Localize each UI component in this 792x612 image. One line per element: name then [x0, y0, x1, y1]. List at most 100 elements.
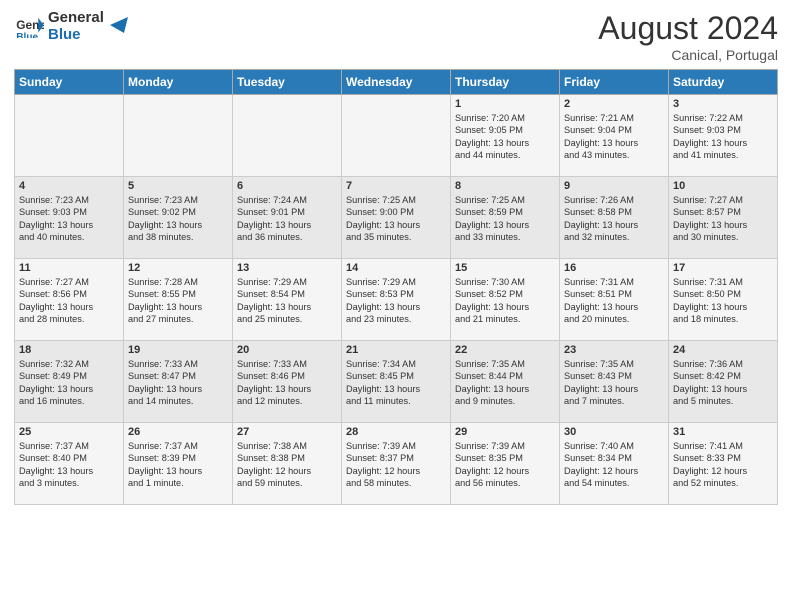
day-info: Sunrise: 7:35 AM Sunset: 8:43 PM Dayligh…	[564, 358, 664, 408]
logo-icon: General Blue	[16, 16, 44, 38]
day-cell: 10Sunrise: 7:27 AM Sunset: 8:57 PM Dayli…	[669, 177, 778, 259]
col-friday: Friday	[560, 70, 669, 95]
day-cell: 28 Sunrise: 7:39 AM Sunset: 8:37 PM Dayli…	[342, 423, 451, 505]
day-info: Sunrise: 7:33 AM Sunset: 8:46 PM Dayligh…	[237, 358, 337, 408]
day-info: Sunrise: 7:27 AM Sunset: 8:56 PM Dayligh…	[19, 276, 119, 326]
day-info: Sunrise: 7:33 AM Sunset: 8:47 PM Dayligh…	[128, 358, 228, 408]
day-number: 26	[128, 426, 228, 438]
day-number: 22	[455, 344, 555, 356]
day-cell: 20 Sunrise: 7:33 AM Sunset: 8:46 PM Dayli…	[233, 341, 342, 423]
day-number: 5	[128, 180, 228, 192]
calendar-table: Sunday Monday Tuesday Wednesday Thursday…	[14, 69, 778, 505]
day-info: Sunrise: 7:31 AM Sunset: 8:51 PM Dayligh…	[564, 276, 664, 326]
day-cell: 4 Sunrise: 7:23 AM Sunset: 9:03 PM Daylig…	[15, 177, 124, 259]
day-cell: 29Sunrise: 7:39 AM Sunset: 8:35 PM Dayli…	[451, 423, 560, 505]
day-number: 25	[19, 426, 119, 438]
day-number: 28	[346, 426, 446, 438]
day-cell: 7 Sunrise: 7:25 AM Sunset: 9:00 PM Daylig…	[342, 177, 451, 259]
week-row-3: 11Sunrise: 7:27 AM Sunset: 8:56 PM Dayli…	[15, 259, 778, 341]
day-info: Sunrise: 7:23 AM Sunset: 9:02 PM Dayligh…	[128, 194, 228, 244]
day-cell: 8 Sunrise: 7:25 AM Sunset: 8:59 PM Daylig…	[451, 177, 560, 259]
day-info: Sunrise: 7:32 AM Sunset: 8:49 PM Dayligh…	[19, 358, 119, 408]
day-info: Sunrise: 7:23 AM Sunset: 9:03 PM Dayligh…	[19, 194, 119, 244]
day-info: Sunrise: 7:34 AM Sunset: 8:45 PM Dayligh…	[346, 358, 446, 408]
day-info: Sunrise: 7:22 AM Sunset: 9:03 PM Dayligh…	[673, 112, 773, 162]
day-number: 19	[128, 344, 228, 356]
day-number: 17	[673, 262, 773, 274]
day-info: Sunrise: 7:27 AM Sunset: 8:57 PM Dayligh…	[673, 194, 773, 244]
day-number: 30	[564, 426, 664, 438]
day-cell: 26 Sunrise: 7:37 AM Sunset: 8:39 PM Dayli…	[124, 423, 233, 505]
day-cell: 13 Sunrise: 7:29 AM Sunset: 8:54 PM Dayli…	[233, 259, 342, 341]
col-tuesday: Tuesday	[233, 70, 342, 95]
day-info: Sunrise: 7:39 AM Sunset: 8:35 PM Dayligh…	[455, 440, 555, 490]
day-number: 6	[237, 180, 337, 192]
day-number: 3	[673, 98, 773, 110]
day-cell: 1 Sunrise: 7:20 AM Sunset: 9:05 PM Daylig…	[451, 95, 560, 177]
day-info: Sunrise: 7:29 AM Sunset: 8:54 PM Dayligh…	[237, 276, 337, 326]
day-number: 4	[19, 180, 119, 192]
header-row: Sunday Monday Tuesday Wednesday Thursday…	[15, 70, 778, 95]
day-info: Sunrise: 7:39 AM Sunset: 8:37 PM Dayligh…	[346, 440, 446, 490]
day-info: Sunrise: 7:38 AM Sunset: 8:38 PM Dayligh…	[237, 440, 337, 490]
day-info: Sunrise: 7:37 AM Sunset: 8:40 PM Dayligh…	[19, 440, 119, 490]
day-cell: 21Sunrise: 7:34 AM Sunset: 8:45 PM Dayli…	[342, 341, 451, 423]
week-row-2: 4 Sunrise: 7:23 AM Sunset: 9:03 PM Daylig…	[15, 177, 778, 259]
col-thursday: Thursday	[451, 70, 560, 95]
col-monday: Monday	[124, 70, 233, 95]
week-row-5: 25 Sunrise: 7:37 AM Sunset: 8:40 PM Dayli…	[15, 423, 778, 505]
day-cell: 2Sunrise: 7:21 AM Sunset: 9:04 PM Daylig…	[560, 95, 669, 177]
day-number: 13	[237, 262, 337, 274]
day-number: 8	[455, 180, 555, 192]
day-cell: 30 Sunrise: 7:40 AM Sunset: 8:34 PM Dayli…	[560, 423, 669, 505]
day-number: 18	[19, 344, 119, 356]
day-cell: 16 Sunrise: 7:31 AM Sunset: 8:51 PM Dayli…	[560, 259, 669, 341]
page-container: General Blue General Blue August 2024 Ca…	[0, 0, 792, 513]
day-info: Sunrise: 7:28 AM Sunset: 8:55 PM Dayligh…	[128, 276, 228, 326]
day-cell	[124, 95, 233, 177]
day-cell	[233, 95, 342, 177]
day-cell: 3 Sunrise: 7:22 AM Sunset: 9:03 PM Daylig…	[669, 95, 778, 177]
day-number: 16	[564, 262, 664, 274]
day-number: 1	[455, 98, 555, 110]
day-info: Sunrise: 7:30 AM Sunset: 8:52 PM Dayligh…	[455, 276, 555, 326]
day-number: 12	[128, 262, 228, 274]
day-info: Sunrise: 7:31 AM Sunset: 8:50 PM Dayligh…	[673, 276, 773, 326]
day-cell: 15 Sunrise: 7:30 AM Sunset: 8:52 PM Dayli…	[451, 259, 560, 341]
day-number: 2	[564, 98, 664, 110]
col-sunday: Sunday	[15, 70, 124, 95]
day-cell: 9Sunrise: 7:26 AM Sunset: 8:58 PM Daylig…	[560, 177, 669, 259]
day-cell: 6 Sunrise: 7:24 AM Sunset: 9:01 PM Daylig…	[233, 177, 342, 259]
main-title: August 2024	[598, 10, 778, 47]
day-number: 27	[237, 426, 337, 438]
day-cell: 31Sunrise: 7:41 AM Sunset: 8:33 PM Dayli…	[669, 423, 778, 505]
col-saturday: Saturday	[669, 70, 778, 95]
subtitle: Canical, Portugal	[598, 47, 778, 63]
day-info: Sunrise: 7:29 AM Sunset: 8:53 PM Dayligh…	[346, 276, 446, 326]
day-number: 15	[455, 262, 555, 274]
day-cell: 19 Sunrise: 7:33 AM Sunset: 8:47 PM Dayli…	[124, 341, 233, 423]
day-cell: 14Sunrise: 7:29 AM Sunset: 8:53 PM Dayli…	[342, 259, 451, 341]
day-info: Sunrise: 7:25 AM Sunset: 9:00 PM Dayligh…	[346, 194, 446, 244]
day-info: Sunrise: 7:37 AM Sunset: 8:39 PM Dayligh…	[128, 440, 228, 490]
day-cell: 11Sunrise: 7:27 AM Sunset: 8:56 PM Dayli…	[15, 259, 124, 341]
day-cell: 5 Sunrise: 7:23 AM Sunset: 9:02 PM Daylig…	[124, 177, 233, 259]
day-number: 7	[346, 180, 446, 192]
day-info: Sunrise: 7:24 AM Sunset: 9:01 PM Dayligh…	[237, 194, 337, 244]
header: General Blue General Blue August 2024 Ca…	[14, 10, 778, 63]
day-info: Sunrise: 7:25 AM Sunset: 8:59 PM Dayligh…	[455, 194, 555, 244]
day-number: 20	[237, 344, 337, 356]
day-number: 23	[564, 344, 664, 356]
day-info: Sunrise: 7:41 AM Sunset: 8:33 PM Dayligh…	[673, 440, 773, 490]
week-row-1: 1 Sunrise: 7:20 AM Sunset: 9:05 PM Daylig…	[15, 95, 778, 177]
day-info: Sunrise: 7:40 AM Sunset: 8:34 PM Dayligh…	[564, 440, 664, 490]
logo-general: General	[48, 10, 104, 27]
day-cell: 18 Sunrise: 7:32 AM Sunset: 8:49 PM Dayli…	[15, 341, 124, 423]
day-number: 9	[564, 180, 664, 192]
day-cell: 22Sunrise: 7:35 AM Sunset: 8:44 PM Dayli…	[451, 341, 560, 423]
day-cell	[342, 95, 451, 177]
day-info: Sunrise: 7:36 AM Sunset: 8:42 PM Dayligh…	[673, 358, 773, 408]
day-info: Sunrise: 7:20 AM Sunset: 9:05 PM Dayligh…	[455, 112, 555, 162]
col-wednesday: Wednesday	[342, 70, 451, 95]
logo-blue: Blue	[48, 27, 104, 44]
